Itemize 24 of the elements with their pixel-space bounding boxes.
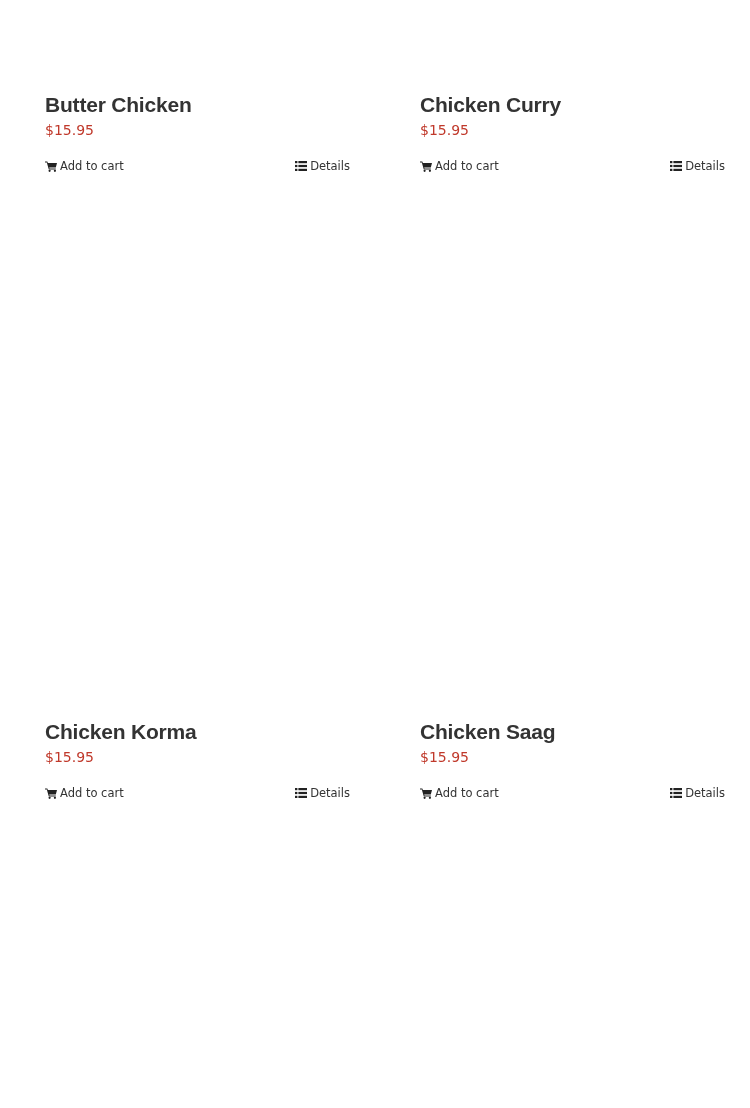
details-link[interactable]: Details xyxy=(295,157,350,175)
list-icon xyxy=(295,788,308,798)
add-to-cart-link[interactable]: Add to cart xyxy=(45,784,124,802)
list-icon xyxy=(295,161,308,171)
list-icon xyxy=(670,161,683,171)
add-to-cart-link[interactable]: Add to cart xyxy=(45,157,124,175)
cart-icon xyxy=(420,787,432,799)
product-title[interactable]: Chicken Saag xyxy=(420,718,556,745)
cart-icon xyxy=(420,160,432,172)
product-price: $15.95 xyxy=(45,748,94,767)
list-icon xyxy=(670,788,683,798)
details-link[interactable]: Details xyxy=(670,784,725,802)
product-title[interactable]: Butter Chicken xyxy=(45,91,192,118)
details-link[interactable]: Details xyxy=(295,784,350,802)
product-price: $15.95 xyxy=(420,748,469,767)
details-link[interactable]: Details xyxy=(670,157,725,175)
product-price: $15.95 xyxy=(420,121,469,140)
product-price: $15.95 xyxy=(45,121,94,140)
cart-icon xyxy=(45,787,57,799)
add-to-cart-link[interactable]: Add to cart xyxy=(420,784,499,802)
add-to-cart-link[interactable]: Add to cart xyxy=(420,157,499,175)
product-title[interactable]: Chicken Curry xyxy=(420,91,561,118)
product-title[interactable]: Chicken Korma xyxy=(45,718,197,745)
cart-icon xyxy=(45,160,57,172)
